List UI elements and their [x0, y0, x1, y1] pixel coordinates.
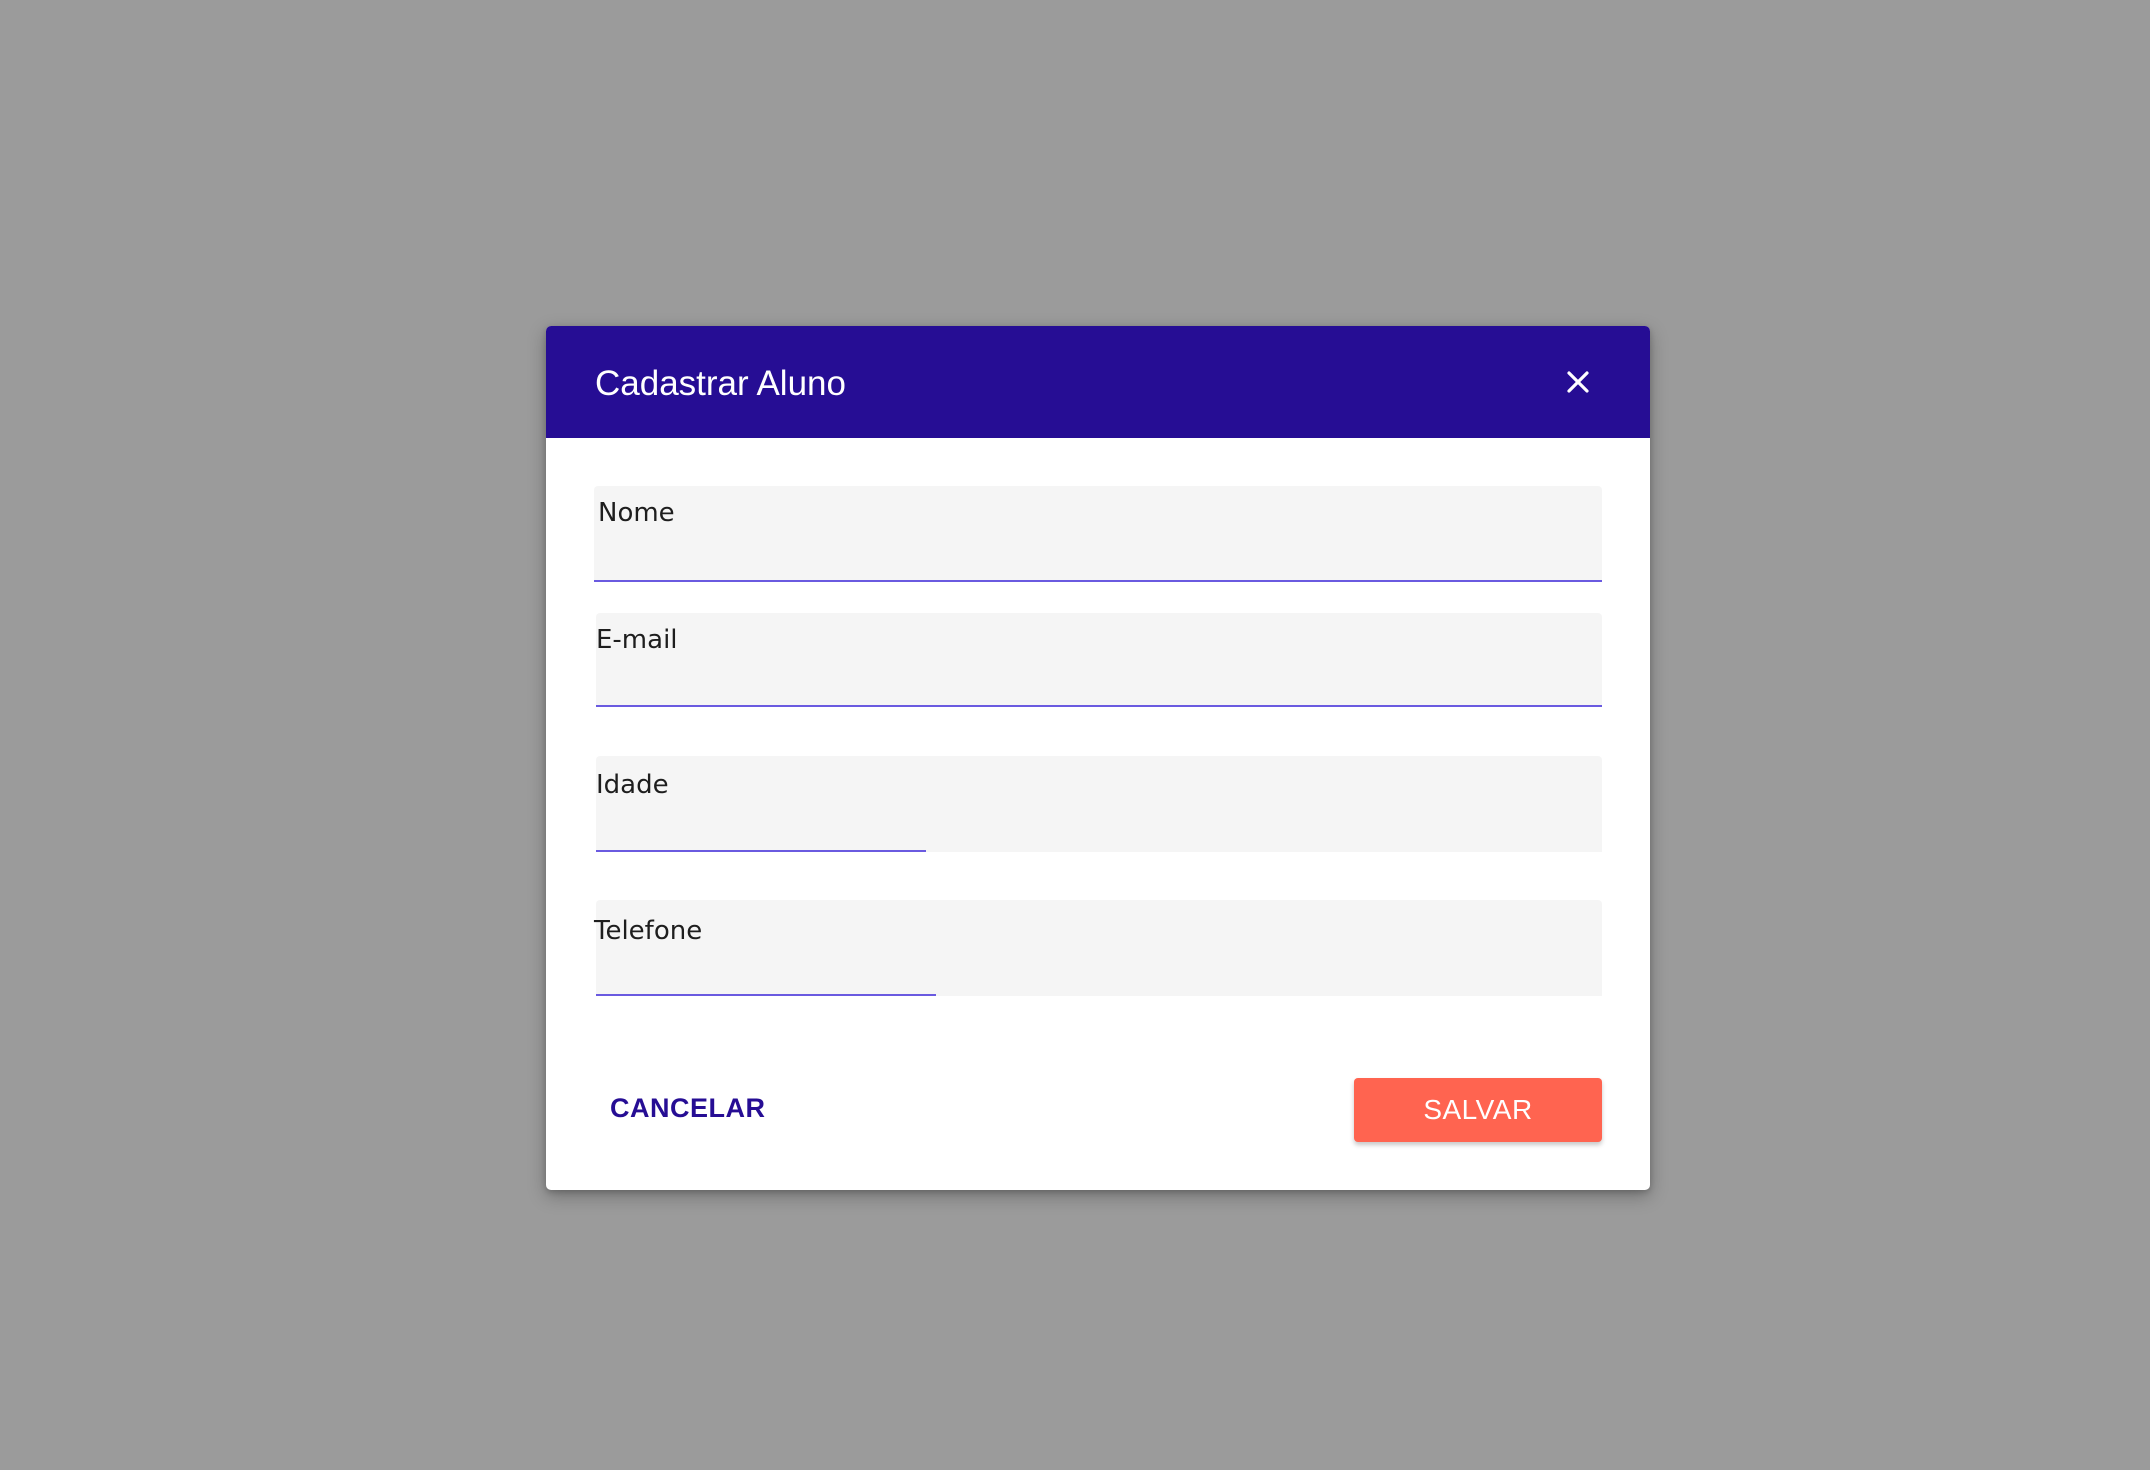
name-field-label: Nome — [598, 498, 675, 528]
name-field[interactable]: Nome — [594, 486, 1602, 582]
age-field[interactable]: Idade — [596, 756, 1602, 852]
phone-field-label: Telefone — [594, 916, 703, 946]
save-button[interactable]: SALVAR — [1354, 1078, 1602, 1142]
dialog-title: Cadastrar Aluno — [595, 364, 846, 403]
age-input[interactable] — [596, 806, 1602, 848]
close-button[interactable] — [1550, 354, 1606, 410]
age-field-label: Idade — [596, 770, 669, 800]
phone-field[interactable]: Telefone — [594, 900, 1602, 996]
phone-input[interactable] — [596, 950, 1602, 992]
email-input[interactable] — [596, 663, 1602, 705]
close-icon — [1567, 371, 1589, 393]
phone-field-underline — [596, 994, 936, 996]
age-field-underline — [596, 850, 926, 852]
email-field-underline — [596, 705, 1602, 707]
cancel-button[interactable]: CANCELAR — [594, 1078, 774, 1138]
email-field-label: E-mail — [596, 625, 678, 655]
register-student-dialog: Cadastrar Aluno Nome E-mail Idade Telefo… — [546, 326, 1650, 1190]
dialog-header: Cadastrar Aluno — [546, 326, 1650, 438]
name-field-underline — [594, 580, 1602, 582]
email-field[interactable]: E-mail — [596, 613, 1602, 707]
name-input[interactable] — [594, 536, 1602, 578]
